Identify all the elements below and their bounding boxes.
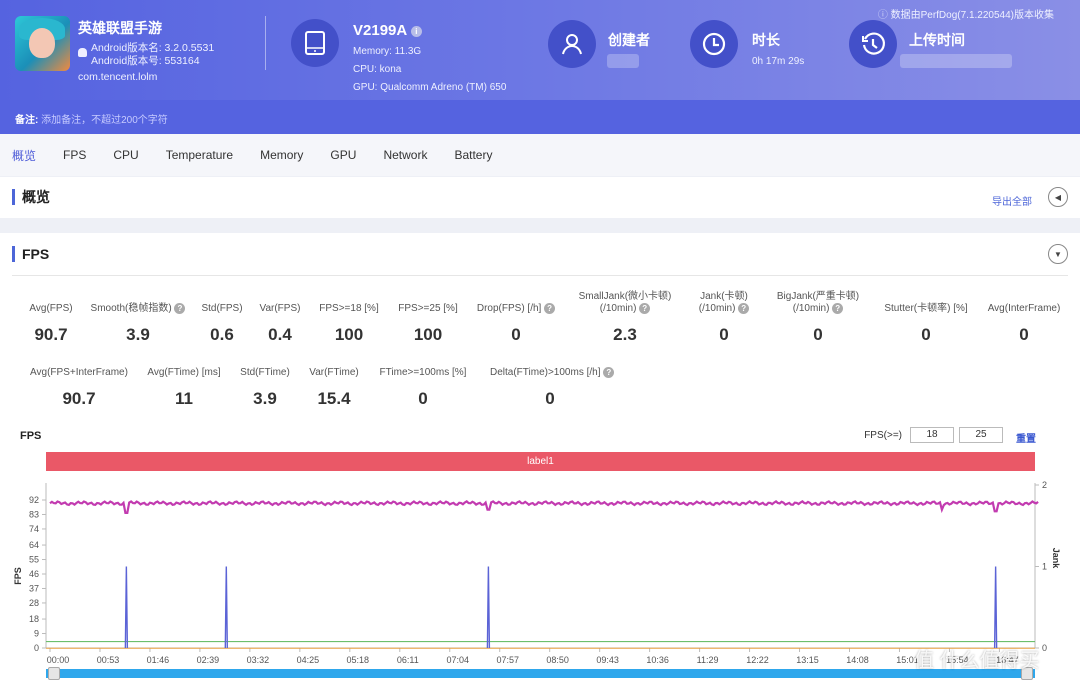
tab-temperature[interactable]: Temperature	[166, 148, 233, 162]
device-gpu: GPU: Qualcomm Adreno (TM) 650	[353, 82, 507, 93]
help-icon[interactable]: ?	[544, 303, 556, 314]
device-specs: Memory: 11.3G CPU: kona GPU: Qualcomm Ad…	[353, 43, 506, 97]
help-icon[interactable]: ?	[738, 303, 750, 314]
android-icon	[78, 48, 87, 57]
info-icon[interactable]: i	[410, 25, 422, 37]
section-divider	[12, 275, 1068, 276]
watermark: 值 什么值得买	[914, 650, 1040, 672]
collect-note: ⓘ 数据由PerfDog(7.1.220544)版本收集	[877, 10, 1054, 21]
tab-memory[interactable]: Memory	[260, 148, 303, 162]
upload-value-redacted	[900, 54, 1012, 68]
tab-gpu[interactable]: GPU	[330, 148, 356, 162]
fps-threshold-input-2[interactable]: 25	[959, 427, 1003, 443]
tablet-icon	[291, 19, 339, 67]
tab-cpu[interactable]: CPU	[113, 148, 138, 162]
metric-value: 0	[545, 389, 555, 409]
header-divider	[265, 16, 266, 70]
creator-value-redacted	[607, 54, 639, 68]
metric-item: Avg(InterFrame) 0	[964, 303, 1080, 345]
metric-item: Delta(FTime)>100ms [/h] ? 0	[490, 367, 615, 409]
app-icon	[15, 16, 70, 71]
history-icon	[849, 20, 897, 68]
metric-label: Avg(FPS+InterFrame)	[30, 367, 128, 378]
duration-title: 时长	[752, 32, 780, 48]
app-version-info: Android版本名: 3.2.0.5531 Android版本号: 55316…	[91, 42, 214, 68]
tab-network[interactable]: Network	[383, 148, 427, 162]
metric-value: 0	[418, 389, 428, 408]
note-placeholder: 添加备注，不超过200个字符	[41, 115, 168, 126]
collapse-left-button[interactable]: ◀	[1048, 187, 1068, 207]
metric-item: FTime>=100ms [%] 0	[363, 367, 483, 409]
clock-icon	[690, 20, 738, 68]
user-icon	[548, 20, 596, 68]
creator-title: 创建者	[608, 32, 650, 48]
overview-card: 概览 导出全部 ◀	[0, 177, 1080, 218]
app-version-code: Android版本号: 553164	[91, 55, 200, 67]
metric-item: Drop(FPS) [/h] ? 0	[456, 303, 576, 345]
label-band[interactable]: label1	[46, 452, 1035, 471]
note-field[interactable]: 备注: 添加备注，不超过200个字符	[0, 100, 1080, 134]
overview-title: 概览	[12, 189, 50, 205]
metric-label: BigJank(严重卡顿)	[776, 291, 860, 302]
metric-value: 0	[813, 325, 823, 345]
help-icon[interactable]: ?	[639, 303, 651, 314]
metric-label: Delta(FTime)>100ms [/h] ?	[490, 367, 615, 379]
metric-item: BigJank(严重卡顿) (/10min) ? 0	[758, 291, 878, 345]
chart-range-scrollbar[interactable]	[46, 667, 1035, 680]
info-circle-icon: ⓘ	[877, 10, 888, 21]
chart-title: FPS	[20, 430, 42, 442]
metric-label: Drop(FPS) [/h] ?	[456, 303, 576, 315]
fps-filter-label: FPS(>=)	[864, 430, 902, 441]
reset-button[interactable]: 重置	[1016, 430, 1036, 445]
metric-label: Avg(InterFrame)	[987, 303, 1061, 314]
export-all-link[interactable]: 导出全部	[992, 193, 1032, 208]
metric-label-unit: (/10min) ?	[758, 303, 878, 315]
app-version-name: Android版本名: 3.2.0.5531	[91, 42, 215, 54]
help-icon[interactable]: ?	[832, 303, 844, 314]
range-handle-left[interactable]	[48, 667, 60, 680]
device-memory: Memory: 11.3G	[353, 46, 422, 57]
expand-down-button[interactable]: ▼	[1048, 244, 1068, 264]
duration-value: 0h 17m 29s	[752, 56, 805, 67]
tab-bar: 概览 FPS CPU Temperature Memory GPU Networ…	[0, 134, 1080, 176]
report-header: 英雄联盟手游 Android版本名: 3.2.0.5531 Android版本号…	[0, 0, 1080, 100]
app-title: 英雄联盟手游	[78, 20, 162, 36]
fps-section-title: FPS	[12, 246, 49, 262]
tab-overview[interactable]: 概览	[12, 147, 36, 164]
tab-battery[interactable]: Battery	[454, 148, 492, 162]
tab-fps[interactable]: FPS	[63, 148, 86, 162]
device-model: V2199A i	[353, 22, 422, 39]
metric-label: FTime>=100ms [%]	[379, 367, 467, 378]
app-package: com.tencent.lolm	[78, 71, 158, 83]
metric-item: Avg(FPS+InterFrame) 90.7	[19, 367, 139, 409]
fps-threshold-input-1[interactable]: 18	[910, 427, 954, 443]
metric-value: 0	[1019, 325, 1029, 344]
metric-value: 0	[511, 325, 521, 345]
device-cpu: CPU: kona	[353, 64, 402, 75]
metric-value: 90.7	[62, 389, 96, 408]
upload-title: 上传时间	[909, 32, 965, 48]
